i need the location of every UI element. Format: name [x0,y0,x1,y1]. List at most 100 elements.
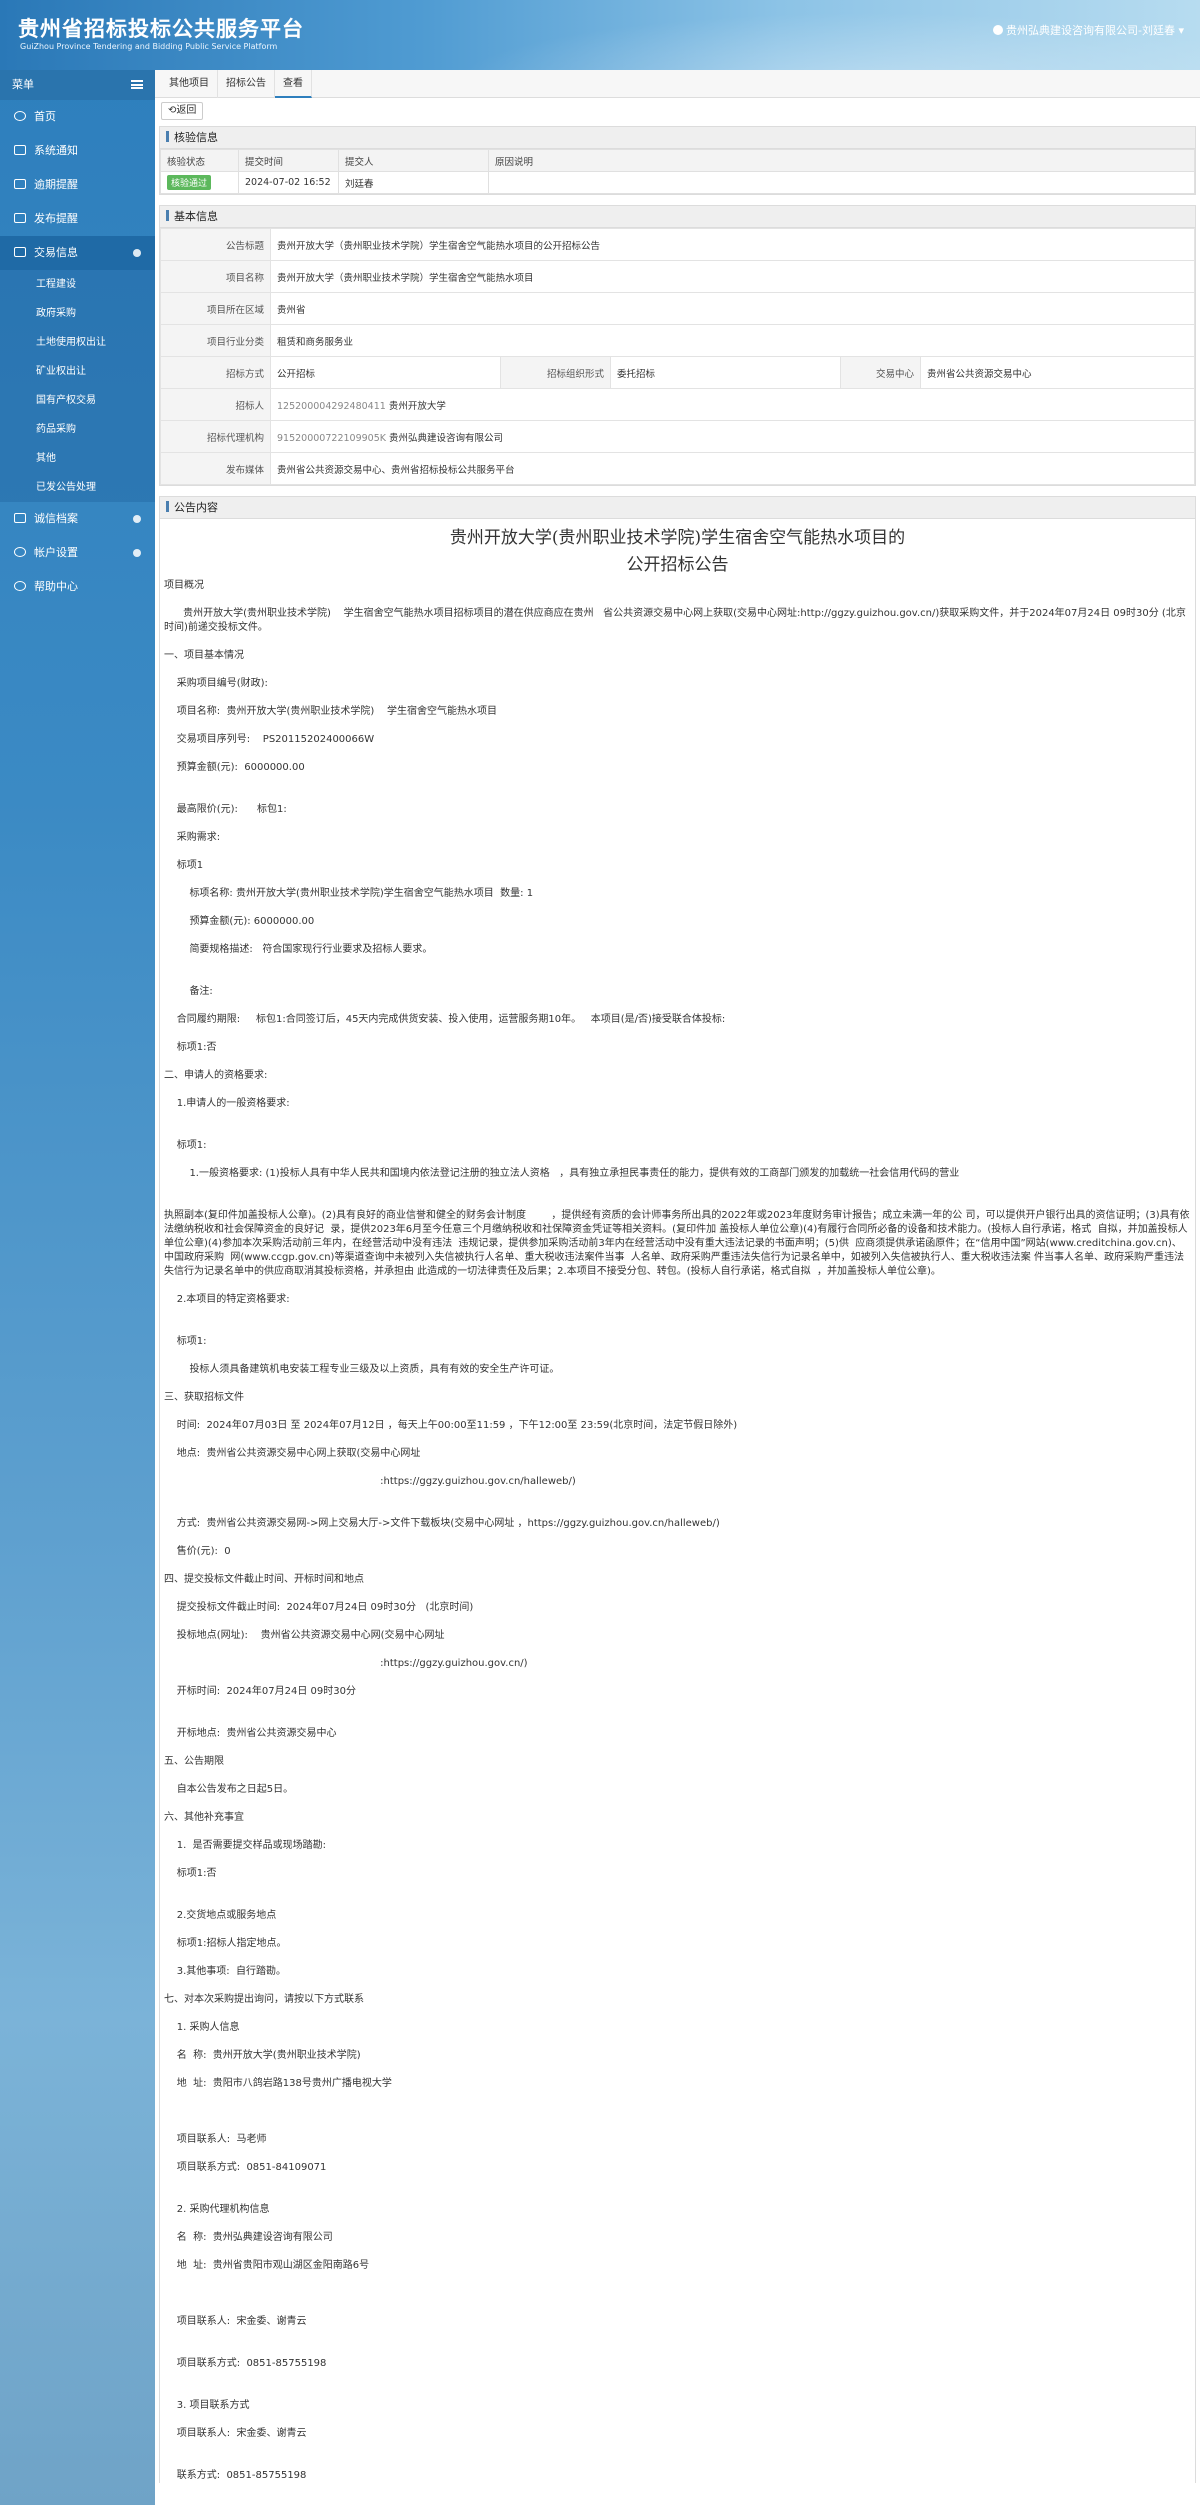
col-header: 提交时间 [238,149,339,172]
sidebar-item-trade[interactable]: 交易信息 [0,236,155,270]
sidebar-item-credit[interactable]: 诚信档案 [0,502,155,536]
reason [488,171,1195,194]
announcement-line: 地 址: 贵阳市八鸽岩路138号贵州广播电视大学 [164,2078,392,2089]
announcement-line: 采购需求: [164,832,221,843]
user-icon [14,547,26,557]
panel-title: 公告内容 [174,501,218,514]
announcement-line: 三、获取招标文件 [164,1392,244,1403]
breadcrumb-item[interactable]: 其他项目 [161,70,218,98]
announcement-line [164,971,1191,985]
col-header: 原因说明 [488,149,1195,172]
announcement-title: 贵州开放大学(贵州职业技术学院)学生宿舍空气能热水项目的 公开招标公告 [164,519,1191,579]
field-value: 贵州省公共资源交易中心、贵州省招标投标公共服务平台 [270,452,1195,485]
sidebar-item-notice[interactable]: 系统通知 [0,134,155,168]
site-title: 贵州省招标投标公共服务平台 [18,17,304,41]
announcement-text: 项目概况 贵州开放大学(贵州职业技术学院) 学生宿舍空气能热水项目招标项目的潜在… [164,579,1191,2483]
submitter: 刘廷春 [338,171,489,194]
field-label: 公告标题 [160,228,271,261]
sidebar-subitem[interactable]: 政府采购 [0,299,155,328]
announcement-line [164,2119,1191,2133]
announcement-line: 六、其他补充事宜 [164,1812,244,1823]
announcement-line: 预算金额(元): 6000000.00 [164,762,305,773]
announcement-line: 五、公告期限 [164,1756,224,1767]
field-label: 招标人 [160,388,271,421]
sidebar-subitem[interactable]: 土地使用权出让 [0,328,155,357]
field-label: 招标代理机构 [160,420,271,453]
announcement-line: 简要规格描述: 符合国家现行行业要求及招标人要求。 [164,944,433,955]
announcement-line: 1.一般资格要求: (1)投标人具有中华人民共和国境内依法登记注册的独立法人资格… [164,1168,960,1179]
sidebar-item-label: 交易信息 [34,246,78,259]
submit-time: 2024-07-02 16:52 [238,171,339,194]
field-label: 项目所在区域 [160,292,271,325]
monitor-icon [14,213,26,223]
basic-table: 公告标题 贵州开放大学（贵州职业技术学院）学生宿舍空气能热水项目的公开招标公告 项… [160,228,1195,485]
announcement-line [164,1195,1191,1209]
announcement-line: 开标地点: 贵州省公共资源交易中心 [164,1728,337,1739]
announcement-line: 2.交货地点或服务地点 [164,1910,277,1921]
sidebar-item-label: 诚信档案 [34,512,78,525]
back-label: 返回 [176,105,197,116]
sidebar-item-overdue[interactable]: 逾期提醒 [0,168,155,202]
breadcrumb-current[interactable]: 查看 [275,70,312,98]
announcement-line [164,2343,1191,2357]
sidebar-item-label: 帐户设置 [34,546,78,559]
announcement-line: 标项名称: 贵州开放大学(贵州职业技术学院)学生宿舍空气能热水项目 数量: 1 [164,888,534,899]
sidebar-subitem[interactable]: 工程建设 [0,270,155,299]
announcement-line: 四、提交投标文件截止时间、开标时间和地点 [164,1574,364,1585]
monitor-icon [14,145,26,155]
breadcrumb-item[interactable]: 招标公告 [218,70,275,98]
sidebar-item-publish[interactable]: 发布提醒 [0,202,155,236]
announcement-line: 1.申请人的一般资格要求: [164,1098,290,1109]
announcement-line: 采购项目编号(财政): [164,678,268,689]
announcement-line: 标项1:否 [164,1042,217,1053]
announcement-line [164,2189,1191,2203]
announcement-line: 3.其他事项: 自行踏勘。 [164,1966,286,1977]
menu-toggle-icon[interactable] [131,80,143,89]
announcement-line: 提交投标文件截止时间: 2024年07月24日 09时30分 (北京时间) [164,1602,474,1613]
user-name: 贵州弘典建设咨询有限公司-刘廷春 [1006,24,1175,37]
announcement-line: 项目名称: 贵州开放大学(贵州职业技术学院) 学生宿舍空气能热水项目 [164,706,497,717]
announcement-line: 项目联系方式: 0851-84109071 [164,2162,327,2173]
announcement-line: 名 称: 贵州开放大学(贵州职业技术学院) [164,2050,361,2061]
sidebar-item-home[interactable]: 首页 [0,100,155,134]
announcement-body: 贵州开放大学(贵州职业技术学院)学生宿舍空气能热水项目的 公开招标公告 项目概况 … [160,519,1195,2483]
sidebar-subitem[interactable]: 矿业权出让 [0,357,155,386]
announcement-line: 地 址: 贵州省贵阳市观山湖区金阳南路6号 [164,2260,370,2271]
back-button[interactable]: ⟲返回 [161,102,204,120]
announcement-line: 一、项目基本情况 [164,650,244,661]
chevron-icon [133,249,141,257]
field-value: 委托招标 [610,356,841,389]
announcement-line: 标项1:否 [164,1868,217,1879]
verify-table: 核验状态 提交时间 提交人 原因说明 核验通过 2024-07-02 16:52 刘廷春 [160,149,1195,194]
title-line: 贵州开放大学(贵州职业技术学院)学生宿舍空气能热水项目的 [449,528,906,548]
announcement-line: 项目联系人: 宋金委、谢青云 [164,2316,307,2327]
panel-title: 核验信息 [174,131,218,144]
announcement-line: 地点: 贵州省公共资源交易中心网上获取(交易中心网址 [164,1448,421,1459]
credit-code: 125200004292480411 [277,400,386,412]
field-label: 项目名称 [160,260,271,293]
announcement-line: 时间: 2024年07月03日 至 2024年07月12日 ，每天上午00:00… [164,1420,738,1431]
announcement-line: 2. 采购代理机构信息 [164,2204,270,2215]
sidebar-subitem[interactable]: 国有产权交易 [0,386,155,415]
user-menu[interactable]: 贵州弘典建设咨询有限公司-刘廷春 ▾ [993,22,1184,38]
content-panel: 公告内容 贵州开放大学(贵州职业技术学院)学生宿舍空气能热水项目的 公开招标公告 … [159,496,1196,2483]
sidebar-item-help[interactable]: 帮助中心 [0,570,155,604]
sidebar-item-label: 发布提醒 [34,212,78,225]
sidebar-item-account[interactable]: 帐户设置 [0,536,155,570]
org-name: 贵州开放大学 [388,400,446,412]
announcement-line: 1. 是否需要提交样品或现场踏勘: [164,1840,326,1851]
credit-code: 91520000722109905K [277,432,386,444]
announcement-line: :https://ggzy.guizhou.gov.cn/halleweb/) [164,1476,576,1487]
announcement-line [164,1321,1191,1335]
announcement-line: 标项1:招标人指定地点。 [164,1938,287,1949]
help-icon [14,581,26,591]
announcement-line: 3. 项目联系方式 [164,2400,250,2411]
sidebar-item-label: 逾期提醒 [34,178,78,191]
announcement-line: 项目联系方式: 0851-85755198 [164,2358,327,2369]
title-line: 公开招标公告 [626,555,729,575]
main-content: 其他项目 招标公告 查看 ⟲返回 核验信息 核验状态 提交时间 提交人 原因说明 核验通过… [155,70,1200,2505]
sidebar-subitem[interactable]: 已发公告处理 [0,473,155,502]
sidebar-subitem[interactable]: 药品采购 [0,415,155,444]
field-label: 招标组织形式 [500,356,611,389]
sidebar-subitem[interactable]: 其他 [0,444,155,473]
